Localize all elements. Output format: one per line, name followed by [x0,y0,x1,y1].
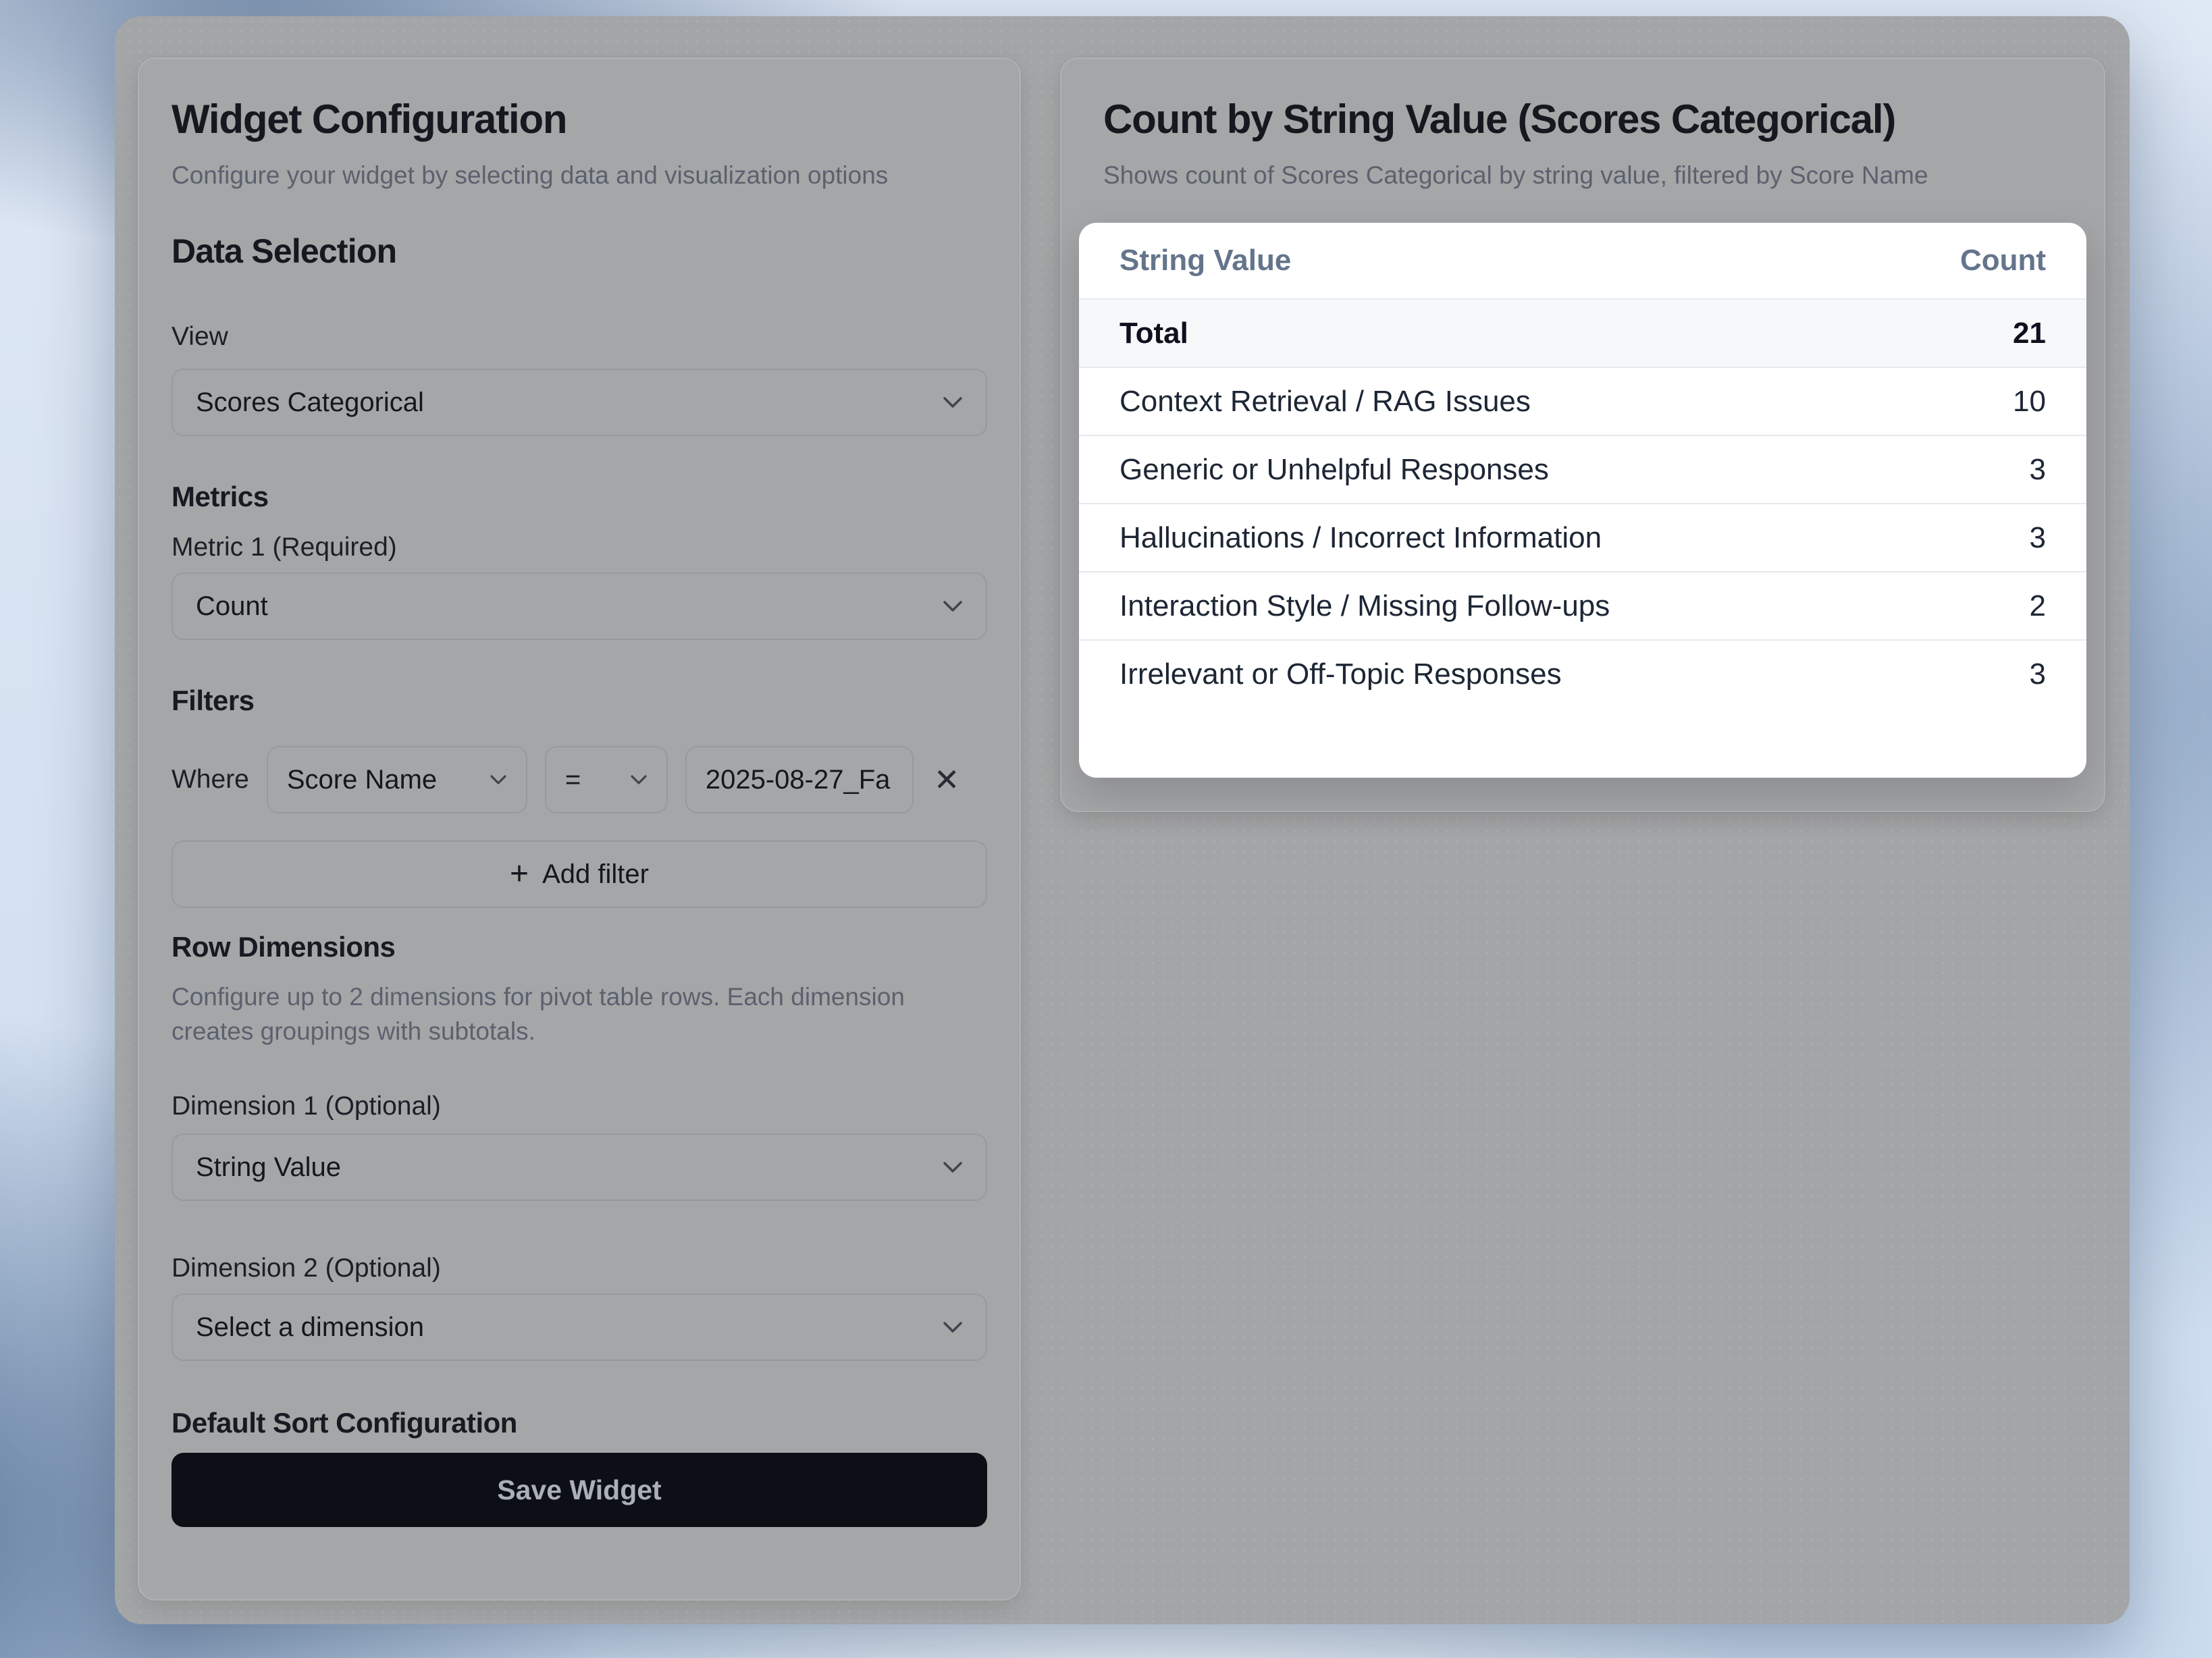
row-count: 10 [2013,385,2046,419]
add-filter-button[interactable]: + Add filter [172,840,987,908]
filter-field-select[interactable]: Score Name [267,746,527,813]
dimension2-select-value: Select a dimension [196,1312,424,1343]
row-label: Hallucinations / Incorrect Information [1120,521,1602,555]
dimension1-label: Dimension 1 (Optional) [172,1092,987,1121]
filter-value-text: 2025-08-27_Fa [706,765,891,795]
chevron-down-icon [943,1161,963,1174]
table-row: Context Retrieval / RAG Issues 10 [1079,367,2086,435]
table-header-row: String Value Count [1079,223,2086,298]
metrics-heading: Metrics [172,481,987,513]
filter-operator-value: = [565,765,581,795]
dimension1-select[interactable]: String Value [172,1133,987,1201]
default-sort-heading: Default Sort Configuration [172,1407,987,1439]
row-label: Generic or Unhelpful Responses [1120,453,1549,487]
preview-title: Count by String Value (Scores Categorica… [1103,96,2062,143]
config-panel-title: Widget Configuration [172,96,987,143]
x-icon: ✕ [934,762,960,797]
chevron-down-icon [943,1321,963,1334]
preview-subtitle: Shows count of Scores Categorical by str… [1103,155,2062,195]
widget-preview-panel: Count by String Value (Scores Categorica… [1060,57,2105,812]
preview-table-card: String Value Count Total 21 Context Retr… [1079,223,2086,778]
row-count: 3 [2030,453,2046,487]
save-widget-button[interactable]: Save Widget [172,1453,987,1527]
dimension2-select[interactable]: Select a dimension [172,1293,987,1361]
filter-field-value: Score Name [287,765,437,795]
metric1-label: Metric 1 (Required) [172,533,987,562]
view-select[interactable]: Scores Categorical [172,369,987,436]
table-row: Generic or Unhelpful Responses 3 [1079,435,2086,503]
filter-value-input[interactable]: 2025-08-27_Fa [685,746,914,813]
dimension1-select-value: String Value [196,1152,341,1183]
filters-heading: Filters [172,685,987,717]
filter-where-label: Where [172,765,249,795]
filter-operator-select[interactable]: = [545,746,668,813]
total-row-count: 21 [2013,317,2046,350]
view-label: View [172,322,987,352]
metric1-select-value: Count [196,591,268,622]
add-filter-label: Add filter [542,859,649,890]
row-label: Interaction Style / Missing Follow-ups [1120,589,1610,623]
chevron-down-icon [630,774,648,786]
table-row: Interaction Style / Missing Follow-ups 2 [1079,571,2086,639]
total-row-label: Total [1120,317,1188,350]
config-panel-subtitle: Configure your widget by selecting data … [172,155,948,195]
chevron-down-icon [943,396,963,409]
view-select-value: Scores Categorical [196,387,424,418]
chevron-down-icon [490,774,507,786]
data-selection-heading: Data Selection [172,232,987,271]
column-header-string-value: String Value [1120,244,1291,277]
widget-configuration-panel: Widget Configuration Configure your widg… [138,57,1021,1601]
metric1-select[interactable]: Count [172,572,987,640]
table-total-row: Total 21 [1079,298,2086,367]
row-count: 2 [2030,589,2046,623]
column-header-count: Count [1960,244,2046,277]
row-label: Context Retrieval / RAG Issues [1120,385,1531,419]
plus-icon: + [510,858,529,890]
widget-builder-dialog: Widget Configuration Configure your widg… [115,16,2130,1624]
table-row: Hallucinations / Incorrect Information 3 [1079,503,2086,571]
remove-filter-button[interactable]: ✕ [931,761,963,798]
table-row: Irrelevant or Off-Topic Responses 3 [1079,639,2086,707]
row-dimensions-heading: Row Dimensions [172,931,987,963]
chevron-down-icon [943,600,963,613]
row-label: Irrelevant or Off-Topic Responses [1120,658,1562,691]
row-count: 3 [2030,521,2046,555]
dimension2-label: Dimension 2 (Optional) [172,1254,987,1283]
row-count: 3 [2030,658,2046,691]
row-dimensions-description: Configure up to 2 dimensions for pivot t… [172,980,987,1048]
filter-row: Where Score Name = 2025-08-27_Fa ✕ [172,746,987,813]
